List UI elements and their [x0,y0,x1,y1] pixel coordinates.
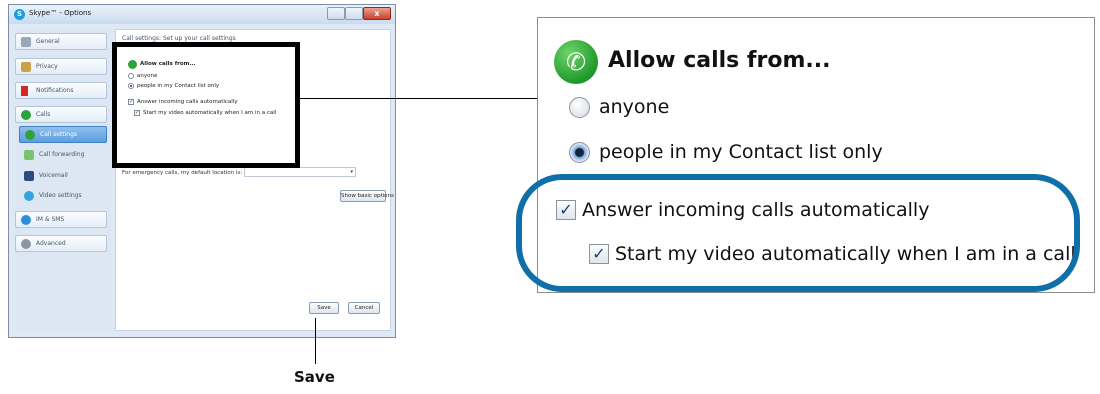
emergency-location-select[interactable]: ▾ [244,167,356,177]
maximize-button[interactable] [345,7,363,20]
forward-icon [24,150,34,160]
sidebar-item-advanced[interactable]: Advanced [15,235,107,252]
sidebar-item-privacy[interactable]: Privacy [15,58,107,75]
general-icon [21,37,31,47]
close-button[interactable]: x [363,7,391,20]
sidebar-item-call-forwarding[interactable]: Call forwarding [19,147,107,164]
skype-icon: S [14,9,25,20]
phone-icon: ✆ [554,40,598,84]
save-button[interactable]: Save [309,302,339,314]
flag-icon [21,86,28,96]
sidebar: General Privacy Notifications Calls Call… [15,29,111,331]
sidebar-item-call-settings[interactable]: Call settings [19,126,107,143]
minimize-button[interactable] [327,7,345,20]
sidebar-item-general[interactable]: General [15,33,107,50]
voicemail-icon [24,171,34,181]
phone-icon [25,130,35,140]
sidebar-item-video-settings[interactable]: Video settings [19,188,107,205]
zoom-radio-contacts-label: people in my Contact list only [599,141,883,163]
video-icon [24,191,34,201]
chat-icon [21,215,31,225]
sidebar-item-im-sms[interactable]: IM & SMS [15,211,107,228]
gear-icon [21,239,31,249]
panel-header: Call settings: Set up your call settings [122,35,236,42]
save-caption: Save [294,368,335,386]
checkbox-highlight-oval [516,174,1080,292]
title-bar: S Skype™ - Options x [9,5,395,24]
sidebar-item-calls[interactable]: Calls [15,106,107,123]
window-title: Skype™ - Options [29,9,92,17]
sidebar-item-notifications[interactable]: Notifications [15,82,107,99]
zoom-radio-contacts-only[interactable] [569,142,590,163]
connector-line [300,98,537,99]
save-callout-line [315,318,316,364]
zoom-radio-anyone-label: anyone [599,96,670,118]
show-basic-options-button[interactable]: Show basic options [340,190,394,202]
sidebar-item-voicemail[interactable]: Voicemail [19,168,107,185]
phone-icon [21,110,31,120]
cancel-button[interactable]: Cancel [348,302,380,314]
zoom-radio-anyone[interactable] [569,97,590,118]
highlight-box [112,42,300,168]
emergency-location-label: For emergency calls, my default location… [122,170,243,176]
privacy-icon [21,62,31,72]
zoom-allow-calls-title: Allow calls from... [608,48,831,73]
